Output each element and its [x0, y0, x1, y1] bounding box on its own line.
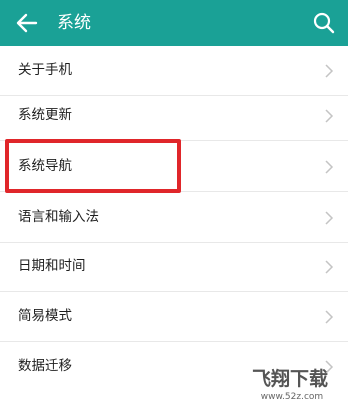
page-title: 系统 [57, 13, 91, 33]
watermark-sub: www.52z.com [261, 392, 323, 402]
menu-item-language-input[interactable]: 语言和输入法 [0, 193, 348, 243]
chevron-right-icon [325, 211, 334, 225]
chevron-right-icon [325, 160, 334, 174]
menu-item-label: 关于手机 [18, 62, 72, 78]
menu-item-label: 语言和输入法 [18, 209, 99, 225]
menu-item-simple-mode[interactable]: 简易模式 [0, 292, 348, 342]
menu-item-label: 简易模式 [18, 308, 72, 324]
watermark-main: 飞翔下载 [252, 367, 328, 390]
menu-item-label: 日期和时间 [18, 258, 86, 274]
chevron-right-icon [325, 260, 334, 274]
menu-item-about-phone[interactable]: 关于手机 [0, 46, 348, 96]
chevron-right-icon [325, 310, 334, 324]
highlight-box [5, 139, 181, 193]
search-icon[interactable] [312, 11, 336, 35]
chevron-right-icon [325, 64, 334, 78]
app-header: 系统 [0, 0, 348, 46]
arrow-left-icon[interactable] [14, 11, 40, 35]
menu-item-label: 系统更新 [18, 107, 72, 123]
menu-item-label: 数据迁移 [18, 358, 72, 374]
menu-item-system-update[interactable]: 系统更新 [0, 91, 348, 141]
chevron-right-icon [325, 109, 334, 123]
menu-item-date-time[interactable]: 日期和时间 [0, 242, 348, 292]
watermark-logo: 飞翔下载 www.52z.com [252, 367, 328, 402]
